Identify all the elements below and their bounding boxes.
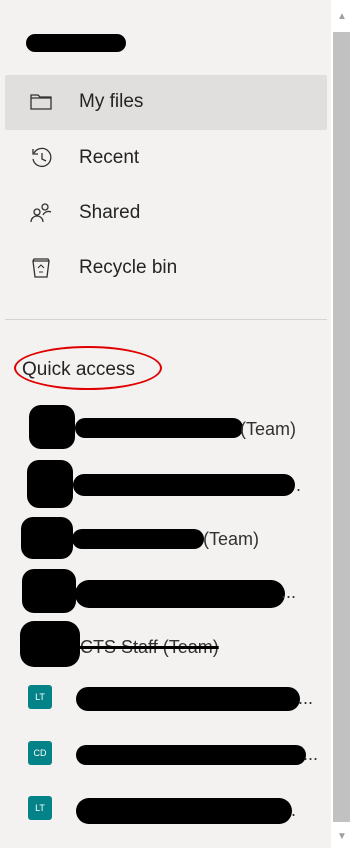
redacted-item-name <box>73 474 295 496</box>
nav-item-recent[interactable]: Recent <box>5 131 327 186</box>
quick-access-item-suffix: . <box>291 800 297 820</box>
scroll-down-arrow-icon[interactable]: ▼ <box>335 830 349 844</box>
quick-access-item[interactable]: CD ... <box>0 741 331 791</box>
nav-item-label: Recycle bin <box>79 257 178 278</box>
nav-item-my-files[interactable]: My files <box>5 75 327 130</box>
nav-item-label: My files <box>79 91 144 112</box>
avatar: LT <box>28 685 52 709</box>
quick-access-item-suffix: ... <box>303 744 319 764</box>
quick-access-item[interactable]: ... <box>0 567 331 617</box>
quick-access-item[interactable]: (Team) <box>0 515 331 565</box>
recycle-bin-icon <box>28 255 54 281</box>
quick-access-item-suffix: (Team) <box>240 419 297 439</box>
quick-access-item-suffix: CTS Staff (Team) <box>80 637 219 657</box>
nav-item-label: Shared <box>79 202 141 223</box>
quick-access-item-suffix: . <box>296 475 302 495</box>
scroll-up-arrow-icon[interactable]: ▲ <box>335 10 349 24</box>
scrollbar-thumb[interactable] <box>333 32 350 822</box>
redacted-item-name <box>76 745 306 765</box>
quick-access-title: Quick access <box>22 359 135 380</box>
quick-access-item[interactable]: CTS Staff (Team) <box>0 621 331 671</box>
quick-access-item[interactable]: LT . <box>0 796 331 846</box>
nav-item-shared[interactable]: Shared <box>5 186 327 241</box>
quick-access-item[interactable]: (Team) <box>0 405 331 455</box>
redacted-item-name <box>72 529 204 549</box>
people-icon <box>28 200 54 226</box>
redacted-avatar <box>27 460 73 508</box>
nav-item-recycle-bin[interactable]: Recycle bin <box>5 241 327 296</box>
redacted-site-name <box>26 34 126 52</box>
divider <box>5 319 327 320</box>
redacted-avatar <box>20 621 80 667</box>
nav-item-label: Recent <box>79 147 140 168</box>
avatar: CD <box>28 741 52 765</box>
redacted-avatar <box>21 517 73 559</box>
history-icon <box>28 145 54 171</box>
quick-access-item[interactable]: LT ... <box>0 685 331 735</box>
folder-icon <box>28 89 54 115</box>
redacted-item-name <box>75 580 285 608</box>
avatar: LT <box>28 796 52 820</box>
quick-access-item[interactable]: . <box>0 460 331 510</box>
quick-access-item-suffix: (Team) <box>203 529 260 549</box>
quick-access-item-suffix: ... <box>281 582 297 602</box>
redacted-avatar <box>22 569 76 613</box>
navigation-pane: My files Recent Shared Recycle bin Quick… <box>0 0 331 848</box>
quick-access-item-suffix: ... <box>298 688 314 708</box>
redacted-avatar <box>29 405 75 449</box>
redacted-item-name <box>76 687 300 711</box>
redacted-item-name <box>76 798 292 824</box>
redacted-item-name <box>75 418 243 438</box>
